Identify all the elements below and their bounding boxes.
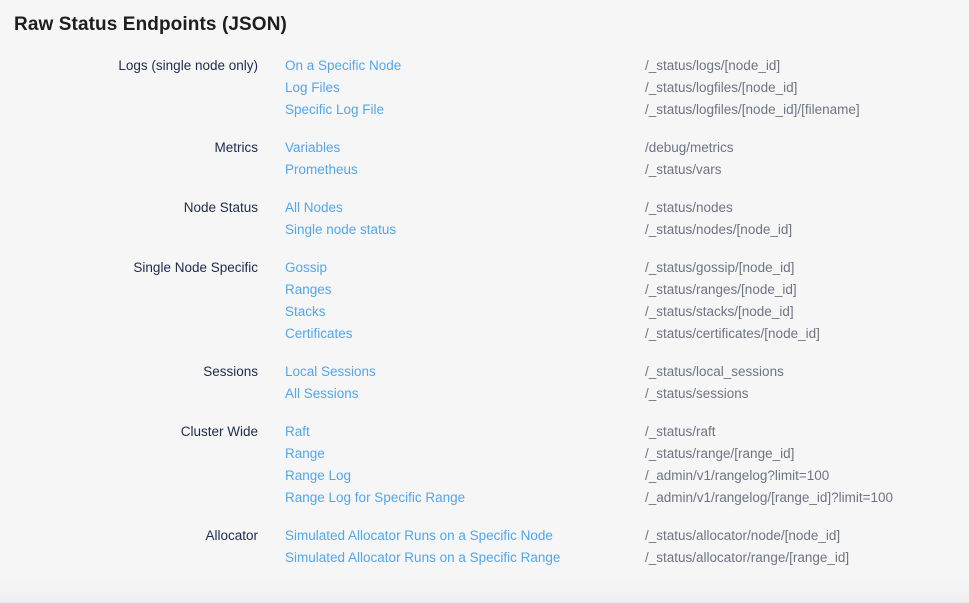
paths-column: /_status/nodes/_status/nodes/[node_id] bbox=[645, 197, 969, 241]
endpoint-path: /_status/nodes bbox=[645, 197, 969, 219]
endpoint-group: Sessions Local SessionsAll Sessions/_stat… bbox=[0, 361, 969, 405]
endpoint-path: /_status/gossip/[node_id] bbox=[645, 257, 969, 279]
endpoint-link[interactable]: Ranges bbox=[285, 279, 645, 301]
paths-column: /_status/local_sessions/_status/sessions bbox=[645, 361, 969, 405]
paths-column: /_status/allocator/node/[node_id]/_statu… bbox=[645, 525, 969, 569]
category-label: Single Node Specific bbox=[0, 257, 258, 279]
paths-column: /_status/gossip/[node_id]/_status/ranges… bbox=[645, 257, 969, 345]
endpoint-group: Metrics VariablesPrometheus/debug/metrics… bbox=[0, 137, 969, 181]
endpoint-link[interactable]: On a Specific Node bbox=[285, 55, 645, 77]
paths-column: /debug/metrics/_status/vars bbox=[645, 137, 969, 181]
endpoint-link[interactable]: Simulated Allocator Runs on a Specific N… bbox=[285, 525, 645, 547]
endpoint-path: /_status/allocator/range/[range_id] bbox=[645, 547, 969, 569]
endpoint-link[interactable]: Variables bbox=[285, 137, 645, 159]
endpoint-link[interactable]: Gossip bbox=[285, 257, 645, 279]
endpoint-path: /_status/allocator/node/[node_id] bbox=[645, 525, 969, 547]
links-column: GossipRangesStacksCertificates bbox=[285, 257, 645, 345]
endpoint-group: Logs (single node only) On a Specific Nod… bbox=[0, 55, 969, 121]
links-column: On a Specific NodeLog FilesSpecific Log … bbox=[285, 55, 645, 121]
links-column: Local SessionsAll Sessions bbox=[285, 361, 645, 405]
endpoint-link[interactable]: Stacks bbox=[285, 301, 645, 323]
endpoint-link[interactable]: All Nodes bbox=[285, 197, 645, 219]
endpoint-link[interactable]: Simulated Allocator Runs on a Specific R… bbox=[285, 547, 645, 569]
endpoint-link[interactable]: Raft bbox=[285, 421, 645, 443]
debug-endpoints-page: Raw Status Endpoints (JSON) Logs (single… bbox=[0, 0, 969, 569]
endpoint-group: Single Node Specific GossipRangesStacksCe… bbox=[0, 257, 969, 345]
paths-column: /_status/logs/[node_id]/_status/logfiles… bbox=[645, 55, 969, 121]
endpoint-group: Allocator Simulated Allocator Runs on a S… bbox=[0, 525, 969, 569]
category-label: Allocator bbox=[0, 525, 258, 547]
endpoint-path: /_status/certificates/[node_id] bbox=[645, 323, 969, 345]
endpoint-path: /_status/logfiles/[node_id] bbox=[645, 77, 969, 99]
endpoints-table: Logs (single node only) On a Specific Nod… bbox=[0, 55, 969, 569]
endpoint-link[interactable]: Prometheus bbox=[285, 159, 645, 181]
endpoint-link[interactable]: Certificates bbox=[285, 323, 645, 345]
endpoint-path: /debug/metrics bbox=[645, 137, 969, 159]
endpoint-path: /_status/raft bbox=[645, 421, 969, 443]
bottom-fade bbox=[0, 577, 969, 603]
links-column: RaftRangeRange LogRange Log for Specific… bbox=[285, 421, 645, 509]
endpoint-path: /_status/logfiles/[node_id]/[filename] bbox=[645, 99, 969, 121]
category-label: Cluster Wide bbox=[0, 421, 258, 443]
endpoint-link[interactable]: Range Log for Specific Range bbox=[285, 487, 645, 509]
category-label: Metrics bbox=[0, 137, 258, 159]
endpoint-link[interactable]: All Sessions bbox=[285, 383, 645, 405]
category-label: Node Status bbox=[0, 197, 258, 219]
endpoint-path: /_status/stacks/[node_id] bbox=[645, 301, 969, 323]
endpoint-link[interactable]: Specific Log File bbox=[285, 99, 645, 121]
endpoint-path: /_admin/v1/rangelog/[range_id]?limit=100 bbox=[645, 487, 969, 509]
endpoint-path: /_status/local_sessions bbox=[645, 361, 969, 383]
links-column: All NodesSingle node status bbox=[285, 197, 645, 241]
endpoint-link[interactable]: Single node status bbox=[285, 219, 645, 241]
endpoint-path: /_status/ranges/[node_id] bbox=[645, 279, 969, 301]
endpoint-path: /_admin/v1/rangelog?limit=100 bbox=[645, 465, 969, 487]
endpoint-link[interactable]: Range bbox=[285, 443, 645, 465]
links-column: Simulated Allocator Runs on a Specific N… bbox=[285, 525, 645, 569]
endpoint-path: /_status/nodes/[node_id] bbox=[645, 219, 969, 241]
links-column: VariablesPrometheus bbox=[285, 137, 645, 181]
page-title: Raw Status Endpoints (JSON) bbox=[0, 0, 969, 37]
endpoint-path: /_status/logs/[node_id] bbox=[645, 55, 969, 77]
endpoint-group: Node Status All NodesSingle node status/_… bbox=[0, 197, 969, 241]
endpoint-path: /_status/range/[range_id] bbox=[645, 443, 969, 465]
category-label: Sessions bbox=[0, 361, 258, 383]
endpoint-path: /_status/sessions bbox=[645, 383, 969, 405]
endpoint-link[interactable]: Local Sessions bbox=[285, 361, 645, 383]
endpoint-group: Cluster Wide RaftRangeRange LogRange Log … bbox=[0, 421, 969, 509]
paths-column: /_status/raft/_status/range/[range_id]/_… bbox=[645, 421, 969, 509]
endpoint-link[interactable]: Range Log bbox=[285, 465, 645, 487]
endpoint-path: /_status/vars bbox=[645, 159, 969, 181]
category-label: Logs (single node only) bbox=[0, 55, 258, 77]
endpoint-link[interactable]: Log Files bbox=[285, 77, 645, 99]
